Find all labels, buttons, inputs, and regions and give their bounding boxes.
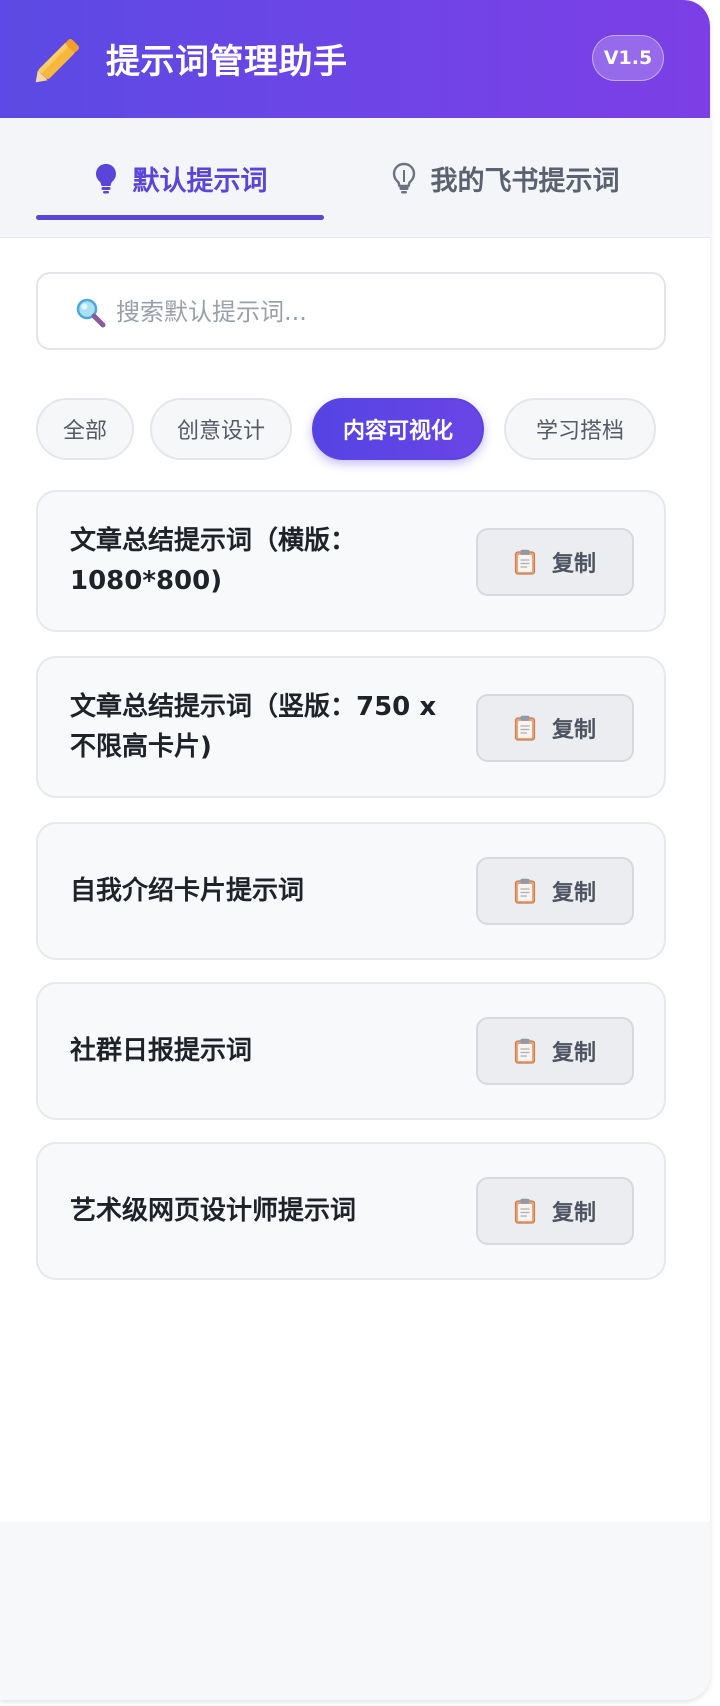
copy-label: 复制 <box>551 552 596 577</box>
search-icon <box>76 298 106 328</box>
clipboard-icon <box>514 1038 536 1064</box>
copy-button[interactable]: 复制 <box>476 1177 634 1245</box>
prompt-card: 自我介绍卡片提示词 复制 <box>36 822 666 960</box>
tab-label: 我的飞书提示词 <box>430 165 620 197</box>
prompt-card: 文章总结提示词（横版：1080*800) 复制 <box>36 490 666 632</box>
copy-button[interactable]: 复制 <box>476 528 634 596</box>
version-badge: V1.5 <box>592 35 664 81</box>
copy-label: 复制 <box>551 1201 596 1226</box>
lightbulb-icon <box>392 162 415 194</box>
copy-label: 复制 <box>551 718 596 743</box>
category-chip-study-partner[interactable]: 学习搭档 <box>504 398 656 460</box>
prompt-title: 文章总结提示词（横版：1080*800) <box>70 526 357 596</box>
app-title: 提示词管理助手 <box>106 42 348 82</box>
category-chip-creative-design[interactable]: 创意设计 <box>150 398 292 460</box>
copy-label: 复制 <box>551 1041 596 1066</box>
prompt-card: 社群日报提示词 复制 <box>36 982 666 1120</box>
clipboard-icon <box>514 715 536 741</box>
clipboard-icon <box>514 1198 536 1224</box>
category-filter: 全部 创意设计 内容可视化 学习搭档 <box>36 398 676 460</box>
app-header: 提示词管理助手 V1.5 <box>0 0 710 118</box>
pencil-icon <box>35 39 79 83</box>
clipboard-icon <box>514 549 536 575</box>
tab-default-prompts[interactable]: 默认提示词 <box>36 118 324 238</box>
tab-feishu-prompts[interactable]: 我的飞书提示词 <box>340 118 670 238</box>
tab-bar: 默认提示词 我的飞书提示词 <box>0 118 710 238</box>
category-chip-all[interactable]: 全部 <box>36 398 134 460</box>
prompt-title: 社群日报提示词 <box>70 1036 253 1066</box>
prompt-manager-panel: 提示词管理助手 V1.5 默认提示词 我的飞书提示词 搜索默认提示词... 全部… <box>0 0 710 1700</box>
copy-button[interactable]: 复制 <box>476 694 634 762</box>
copy-label: 复制 <box>551 881 596 906</box>
prompt-card: 文章总结提示词（竖版：750 x 不限高卡片) 复制 <box>36 656 666 798</box>
prompt-title: 自我介绍卡片提示词 <box>70 876 305 906</box>
search-input[interactable] <box>114 284 638 340</box>
clipboard-icon <box>514 878 536 904</box>
copy-button[interactable]: 复制 <box>476 857 634 925</box>
search-box <box>36 272 666 350</box>
lightbulb-icon <box>95 164 116 194</box>
tab-label: 默认提示词 <box>132 165 268 197</box>
category-chip-content-visualization[interactable]: 内容可视化 <box>312 398 484 460</box>
panel-footer <box>0 1522 710 1700</box>
prompt-card: 艺术级网页设计师提示词 复制 <box>36 1142 666 1280</box>
prompt-title: 艺术级网页设计师提示词 <box>70 1196 357 1226</box>
copy-button[interactable]: 复制 <box>476 1017 634 1085</box>
prompt-title: 文章总结提示词（竖版：750 x 不限高卡片) <box>70 692 437 762</box>
